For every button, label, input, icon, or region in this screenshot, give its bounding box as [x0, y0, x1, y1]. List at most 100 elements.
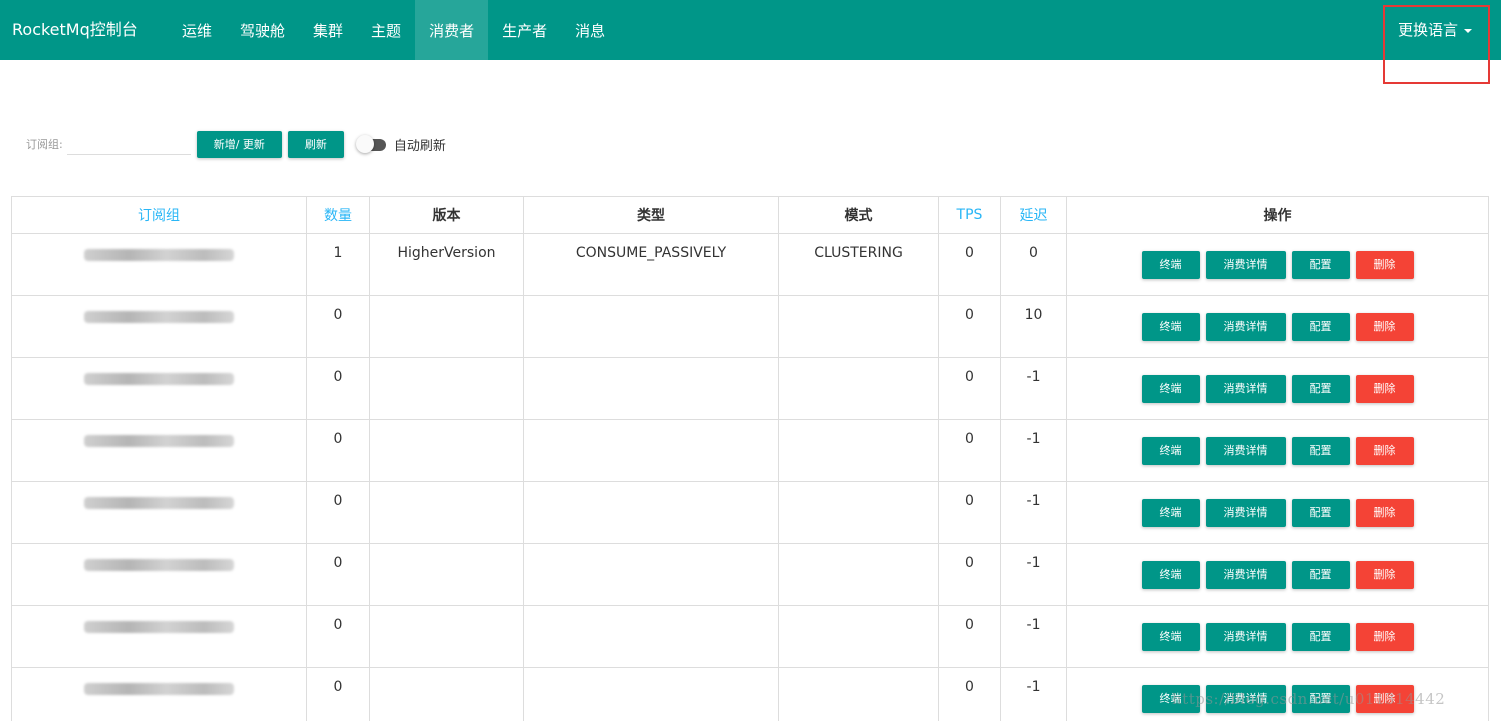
- cell-count: 0: [306, 419, 370, 482]
- nav-item-5[interactable]: 生产者: [488, 0, 561, 60]
- cell-group: [11, 605, 307, 668]
- delete-button[interactable]: 删除: [1355, 623, 1414, 651]
- blurred-group-name: [84, 497, 234, 509]
- row-actions: 终端 消费详情 配置 删除: [1067, 307, 1488, 341]
- consumer-toolbar: 订阅组: 新增/ 更新 刷新 自动刷新: [26, 130, 446, 158]
- cell-delay: 10: [1000, 295, 1067, 358]
- cell-version: [369, 481, 524, 544]
- row-actions: 终端 消费详情 配置 删除: [1067, 555, 1488, 589]
- nav-item-4[interactable]: 消费者: [415, 0, 489, 60]
- cell-type: [523, 419, 779, 482]
- config-button[interactable]: 配置: [1291, 375, 1350, 403]
- column-header-2: 版本: [369, 196, 524, 234]
- cell-mode: [778, 605, 939, 668]
- cell-count: 0: [306, 481, 370, 544]
- column-header-0[interactable]: 订阅组: [11, 196, 307, 234]
- nav-item-6[interactable]: 消息: [561, 0, 619, 60]
- config-button[interactable]: 配置: [1291, 313, 1350, 341]
- consume-detail-button[interactable]: 消费详情: [1205, 251, 1286, 279]
- nav-item-1[interactable]: 驾驶舱: [226, 0, 299, 60]
- config-button[interactable]: 配置: [1291, 437, 1350, 465]
- blurred-group-name: [84, 311, 234, 323]
- table-row: 0 0 -1 终端 消费详情 配置 删除: [11, 543, 1489, 606]
- terminal-button[interactable]: 终端: [1141, 251, 1200, 279]
- table-row: 0 0 -1 终端 消费详情 配置 删除: [11, 605, 1489, 668]
- cell-delay: 0: [1000, 233, 1067, 296]
- cell-version: [369, 667, 524, 721]
- cell-count: 1: [306, 233, 370, 296]
- cell-tps: 0: [938, 605, 1001, 668]
- config-button[interactable]: 配置: [1291, 623, 1350, 651]
- consume-detail-button[interactable]: 消费详情: [1205, 313, 1286, 341]
- cell-group: [11, 667, 307, 721]
- terminal-button[interactable]: 终端: [1141, 313, 1200, 341]
- delete-button[interactable]: 删除: [1355, 499, 1414, 527]
- cell-actions: 终端 消费详情 配置 删除: [1066, 419, 1489, 482]
- cell-type: [523, 357, 779, 420]
- delete-button[interactable]: 删除: [1355, 437, 1414, 465]
- config-button[interactable]: 配置: [1291, 499, 1350, 527]
- terminal-button[interactable]: 终端: [1141, 499, 1200, 527]
- cell-tps: 0: [938, 481, 1001, 544]
- table-body: 1 HigherVersion CONSUME_PASSIVELY CLUSTERIN…: [11, 233, 1489, 721]
- cell-version: [369, 605, 524, 668]
- cell-version: [369, 295, 524, 358]
- cell-count: 0: [306, 357, 370, 420]
- column-header-5[interactable]: TPS: [938, 196, 1001, 234]
- subscription-group-filter-input[interactable]: [66, 133, 191, 155]
- cell-version: [369, 543, 524, 606]
- subscription-group-label: 订阅组:: [26, 138, 63, 151]
- terminal-button[interactable]: 终端: [1141, 375, 1200, 403]
- column-header-1[interactable]: 数量: [306, 196, 370, 234]
- nav-item-3[interactable]: 主题: [357, 0, 415, 60]
- cell-actions: 终端 消费详情 配置 删除: [1066, 605, 1489, 668]
- cell-version: [369, 419, 524, 482]
- cell-delay: -1: [1000, 667, 1067, 721]
- cell-group: [11, 357, 307, 420]
- config-button[interactable]: 配置: [1291, 251, 1350, 279]
- nav-item-0[interactable]: 运维: [168, 0, 226, 60]
- main-nav: 运维 驾驶舱 集群 主题 消费者 生产者 消息: [168, 0, 619, 60]
- blurred-group-name: [84, 683, 234, 695]
- cell-type: [523, 605, 779, 668]
- consume-detail-button[interactable]: 消费详情: [1205, 623, 1286, 651]
- cell-tps: 0: [938, 357, 1001, 420]
- consume-detail-button[interactable]: 消费详情: [1205, 561, 1286, 589]
- refresh-button[interactable]: 刷新: [287, 130, 344, 158]
- add-update-button[interactable]: 新增/ 更新: [196, 130, 282, 158]
- cell-mode: CLUSTERING: [778, 233, 939, 296]
- table-header-row: 订阅组 数量 版本 类型 模式 TPS 延迟 操作: [11, 196, 1489, 234]
- cell-type: [523, 295, 779, 358]
- consume-detail-button[interactable]: 消费详情: [1205, 437, 1286, 465]
- table-row: 0 0 -1 终端 消费详情 配置 删除: [11, 357, 1489, 420]
- consume-detail-button[interactable]: 消费详情: [1205, 499, 1286, 527]
- config-button[interactable]: 配置: [1291, 561, 1350, 589]
- terminal-button[interactable]: 终端: [1141, 623, 1200, 651]
- delete-button[interactable]: 删除: [1355, 251, 1414, 279]
- table-row: 1 HigherVersion CONSUME_PASSIVELY CLUSTERIN…: [11, 233, 1489, 296]
- cell-type: CONSUME_PASSIVELY: [523, 233, 779, 296]
- cell-mode: [778, 481, 939, 544]
- cell-delay: -1: [1000, 419, 1067, 482]
- consume-detail-button[interactable]: 消费详情: [1205, 375, 1286, 403]
- column-header-3: 类型: [523, 196, 779, 234]
- cell-count: 0: [306, 667, 370, 721]
- cell-mode: [778, 295, 939, 358]
- auto-refresh-toggle[interactable]: [355, 135, 388, 153]
- cell-group: [11, 419, 307, 482]
- highlight-annotation-box: [1383, 5, 1490, 84]
- table-row: 0 0 -1 终端 消费详情 配置 删除: [11, 481, 1489, 544]
- delete-button[interactable]: 删除: [1355, 561, 1414, 589]
- nav-item-2[interactable]: 集群: [299, 0, 357, 60]
- cell-group: [11, 481, 307, 544]
- toggle-knob: [355, 135, 374, 153]
- delete-button[interactable]: 删除: [1355, 375, 1414, 403]
- blurred-group-name: [84, 559, 234, 571]
- terminal-button[interactable]: 终端: [1141, 561, 1200, 589]
- consumer-table: 订阅组 数量 版本 类型 模式 TPS 延迟 操作 1 HigherVersion CONSUME…: [11, 196, 1489, 721]
- brand-title[interactable]: RocketMq控制台: [12, 0, 138, 60]
- delete-button[interactable]: 删除: [1355, 313, 1414, 341]
- top-navbar: RocketMq控制台 运维 驾驶舱 集群 主题 消费者 生产者 消息 更换语言: [0, 0, 1501, 60]
- terminal-button[interactable]: 终端: [1141, 437, 1200, 465]
- column-header-6[interactable]: 延迟: [1000, 196, 1067, 234]
